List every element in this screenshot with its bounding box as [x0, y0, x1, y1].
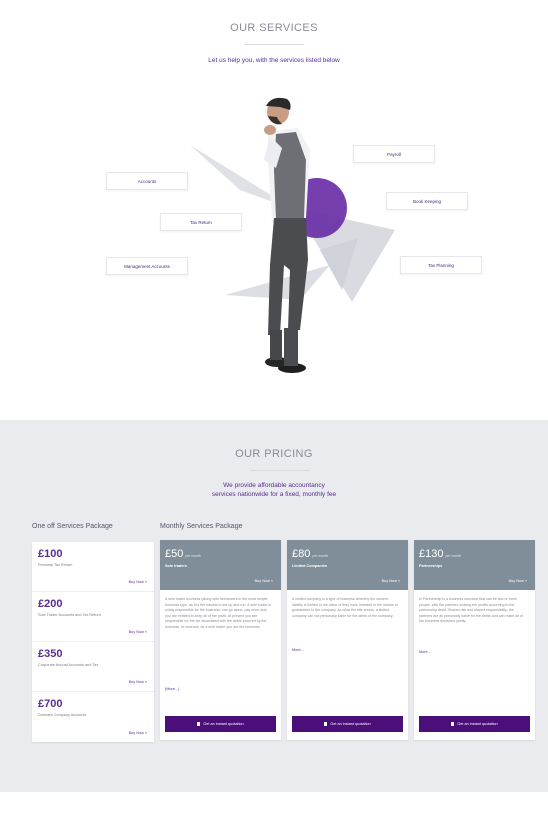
price-period: per month [445, 554, 462, 558]
buy-now-link[interactable]: Buy Now » [129, 580, 147, 584]
more-link[interactable]: (More...) [165, 687, 179, 691]
card-price: £80 per month [292, 548, 328, 560]
instant-quote-button[interactable]: Get an instant quotation [419, 716, 530, 732]
card-header: £50 per month Sole traders Buy Now » [160, 540, 281, 590]
oneoff-price: £350 [38, 648, 63, 660]
button-label: Get an instant quotation [330, 722, 371, 726]
oneoff-description: Corporate Annual Accounts and Tax [38, 663, 99, 667]
monthly-heading: Monthly Services Package [160, 523, 243, 530]
service-label-payroll[interactable]: Payroll [353, 145, 435, 163]
oneoff-item: £700 Dormant Company Accounts Buy Now » [32, 692, 154, 742]
monthly-card-partnerships: £130 per month Partnerships Buy Now » In … [414, 540, 535, 740]
buy-now-link[interactable]: Buy Now » [129, 731, 147, 735]
service-label-book-keeping[interactable]: Book Keeping [386, 192, 468, 210]
man-hand [264, 125, 276, 135]
document-icon [324, 722, 328, 726]
price-value: £80 [292, 548, 311, 560]
services-section: OUR SERVICES Let us help you, with the s… [0, 0, 548, 420]
more-link[interactable]: More... [419, 650, 431, 654]
card-plan-name: Partnerships [419, 564, 443, 568]
document-icon [197, 722, 201, 726]
pricing-subtitle-line2: services nationwide for a fixed, monthly… [211, 491, 337, 498]
oneoff-item: £350 Corporate Annual Accounts and Tax B… [32, 642, 154, 692]
oneoff-heading: One off Services Package [32, 523, 113, 530]
price-value: £130 [419, 548, 444, 560]
buy-now-link[interactable]: Buy Now » [509, 579, 527, 583]
monthly-card-sole-traders: £50 per month Sole traders Buy Now » A so… [160, 540, 281, 740]
card-description: A limited company is a type of business … [292, 597, 399, 618]
card-price: £130 per month [419, 548, 461, 560]
price-period: per month [312, 554, 329, 558]
button-label: Get an instant quotation [457, 722, 498, 726]
buy-now-link[interactable]: Buy Now » [129, 630, 147, 634]
oneoff-package-list: £100 Personal Tax Return Buy Now » £200 … [32, 542, 154, 742]
service-label-tax-return[interactable]: Tax Return [160, 213, 242, 231]
oneoff-description: Personal Tax Return [38, 563, 73, 567]
pricing-section: OUR PRICING We provide affordable accoun… [0, 420, 548, 792]
price-period: per month [185, 554, 202, 558]
buy-now-link[interactable]: Buy Now » [255, 579, 273, 583]
card-header: £130 per month Partnerships Buy Now » [414, 540, 535, 590]
oneoff-description: Dormant Company Accounts [38, 713, 87, 717]
pricing-subtitle-line1: We provide affordable accountancy [223, 482, 325, 489]
card-plan-name: Sole traders [165, 564, 187, 568]
footer-band [0, 792, 548, 836]
services-subtitle: Let us help you, with the services liste… [208, 57, 340, 64]
hero-man-illustration [190, 97, 395, 373]
card-description: In Partnership is a business structure t… [419, 597, 523, 624]
button-label: Get an instant quotation [203, 722, 244, 726]
buy-now-link[interactable]: Buy Now » [382, 579, 400, 583]
service-label-management-accounts[interactable]: Management Accounts [106, 257, 188, 275]
instant-quote-button[interactable]: Get an instant quotation [292, 716, 403, 732]
more-link[interactable]: More... [292, 648, 304, 652]
oneoff-price: £700 [38, 698, 63, 710]
services-divider [244, 44, 304, 45]
man-leg [270, 330, 282, 360]
services-title: OUR SERVICES [230, 22, 318, 34]
pricing-divider [250, 470, 310, 471]
card-plan-name: Limited Companies [292, 564, 328, 568]
monthly-card-limited-companies: £80 per month Limited Companies Buy Now »… [287, 540, 408, 740]
pricing-title: OUR PRICING [235, 448, 313, 460]
service-label-tax-planning[interactable]: Tax Planning [400, 256, 482, 274]
service-label-accounts[interactable]: Accounts [106, 172, 188, 190]
oneoff-price: £100 [38, 548, 63, 560]
man-trousers [268, 218, 308, 335]
document-icon [451, 722, 455, 726]
card-description: A sole trader business (along with freel… [165, 597, 272, 629]
oneoff-description: Sole Trader Accounts and Tax Return [38, 613, 101, 617]
instant-quote-button[interactable]: Get an instant quotation [165, 716, 276, 732]
card-header: £80 per month Limited Companies Buy Now » [287, 540, 408, 590]
price-value: £50 [165, 548, 184, 560]
oneoff-item: £100 Personal Tax Return Buy Now » [32, 542, 154, 592]
oneoff-price: £200 [38, 598, 63, 610]
oneoff-item: £200 Sole Trader Accounts and Tax Return… [32, 592, 154, 642]
man-leg [284, 328, 298, 366]
buy-now-link[interactable]: Buy Now » [129, 680, 147, 684]
card-price: £50 per month [165, 548, 201, 560]
